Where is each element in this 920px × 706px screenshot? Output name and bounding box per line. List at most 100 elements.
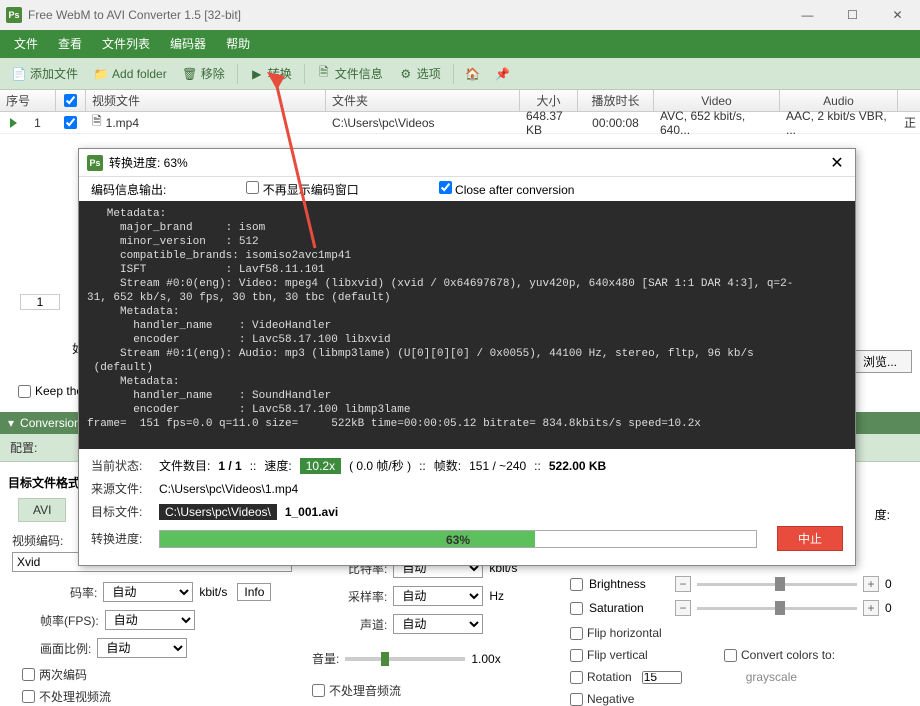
row-size: 648.37 KB xyxy=(520,112,578,133)
convert-colors-checkbox[interactable] xyxy=(724,649,737,662)
remove-button[interactable]: 🗑移除 xyxy=(177,61,231,86)
row-audio: AAC, 2 kbit/s VBR, ... xyxy=(780,112,898,133)
target-file-label: 目标文件: xyxy=(91,503,151,520)
rotation-checkbox[interactable] xyxy=(570,671,583,684)
samplerate-label: 采样率: xyxy=(348,588,387,605)
collapse-icon: ▾ xyxy=(8,416,14,430)
saturation-slider[interactable] xyxy=(697,607,857,610)
menu-bar: 文件 查看 文件列表 编码器 帮助 xyxy=(0,30,920,58)
pin-button[interactable]: 📌 xyxy=(490,63,516,85)
menu-help[interactable]: 帮助 xyxy=(216,30,260,58)
menu-encoder[interactable]: 编码器 xyxy=(160,30,216,58)
row-folder: C:\Users\pc\Videos xyxy=(326,112,520,133)
flip-h-checkbox[interactable] xyxy=(570,627,583,640)
close-button[interactable]: ✕ xyxy=(875,0,920,30)
minus-button[interactable]: − xyxy=(675,600,691,616)
col-seq[interactable]: 序号 xyxy=(0,90,56,111)
no-video-checkbox[interactable] xyxy=(22,690,35,703)
rotation-input[interactable] xyxy=(642,671,682,684)
info-button[interactable]: Info xyxy=(237,583,271,601)
deg-label: 度: xyxy=(875,506,890,523)
window-title: Free WebM to AVI Converter 1.5 [32-bit] xyxy=(28,8,241,22)
file-table-header: 序号 视频文件 文件夹 大小 播放时长 Video Audio xyxy=(0,90,920,112)
minimize-button[interactable]: — xyxy=(785,0,830,30)
config-label: 配置: xyxy=(10,439,37,456)
source-file-path: C:\Users\pc\Videos\1.mp4 xyxy=(159,482,298,496)
samplerate-select[interactable]: 自动 xyxy=(393,586,483,606)
index-cell: 1 xyxy=(20,294,60,310)
plus-button[interactable]: + xyxy=(863,576,879,592)
col-check[interactable] xyxy=(56,90,86,111)
row-duration: 00:00:08 xyxy=(578,112,654,133)
bitrate-label: 码率: xyxy=(70,584,97,601)
dialog-app-icon: Ps xyxy=(87,155,103,171)
flip-v-checkbox[interactable] xyxy=(570,649,583,662)
stop-button[interactable]: 中止 xyxy=(777,526,843,551)
minus-button[interactable]: − xyxy=(675,576,691,592)
check-all[interactable] xyxy=(64,94,77,107)
frame-count: 151 / ~240 xyxy=(469,459,526,473)
col-duration[interactable]: 播放时长 xyxy=(578,90,654,111)
row-file: 🗎1.mp4 xyxy=(86,112,326,133)
dialog-titlebar: Ps 转换进度: 63% ✕ xyxy=(79,149,855,177)
home-button[interactable]: 🏠 xyxy=(460,63,486,85)
progress-bar: 63% xyxy=(159,530,757,548)
status-label: 当前状态: xyxy=(91,457,151,474)
play-icon: ▶ xyxy=(250,67,264,81)
file-count: 1 / 1 xyxy=(218,459,241,473)
keep-checkbox-row[interactable]: Keep the xyxy=(18,384,83,398)
no-audio-checkbox[interactable] xyxy=(312,684,325,697)
table-row[interactable]: 1 🗎1.mp4 C:\Users\pc\Videos 648.37 KB 00… xyxy=(0,112,920,134)
row-check[interactable] xyxy=(64,116,77,129)
menu-file[interactable]: 文件 xyxy=(4,30,48,58)
avi-tab[interactable]: AVI xyxy=(18,498,66,522)
target-dir: C:\Users\pc\Videos\ xyxy=(159,504,277,520)
main-toolbar: 📄添加文件 📁Add folder 🗑移除 ▶转换 🗎文件信息 ⚙选项 🏠 📌 xyxy=(0,58,920,90)
no-show-checkbox-row[interactable]: 不再显示编码窗口 xyxy=(246,181,358,198)
encode-output-label: 编码信息输出: xyxy=(91,181,166,198)
pin-icon: 📌 xyxy=(496,67,510,81)
negative-checkbox[interactable] xyxy=(570,693,583,706)
aspect-select[interactable]: 自动 xyxy=(97,638,187,658)
window-titlebar: Ps Free WebM to AVI Converter 1.5 [32-bi… xyxy=(0,0,920,30)
channel-select[interactable]: 自动 xyxy=(393,614,483,634)
brightness-checkbox[interactable] xyxy=(570,578,583,591)
progress-percent: 63% xyxy=(446,531,470,549)
add-file-button[interactable]: 📄添加文件 xyxy=(6,61,84,86)
bitrate-select[interactable]: 自动 xyxy=(103,582,193,602)
row-play-icon xyxy=(10,118,17,128)
col-video-file[interactable]: 视频文件 xyxy=(86,90,326,111)
saturation-checkbox[interactable] xyxy=(570,602,583,615)
brightness-slider[interactable] xyxy=(697,583,857,586)
progress-label: 转换进度: xyxy=(91,530,151,547)
close-after-checkbox-row[interactable]: Close after conversion xyxy=(439,181,575,197)
two-pass-checkbox[interactable] xyxy=(22,668,35,681)
home-icon: 🏠 xyxy=(466,67,480,81)
options-button[interactable]: ⚙选项 xyxy=(393,61,447,86)
video-encode-label: 视频编码: xyxy=(12,532,63,549)
encode-console: Metadata: major_brand : isom minor_versi… xyxy=(79,201,855,449)
dialog-close-button[interactable]: ✕ xyxy=(827,153,847,173)
menu-view[interactable]: 查看 xyxy=(48,30,92,58)
convert-button[interactable]: ▶转换 xyxy=(244,61,298,86)
col-folder[interactable]: 文件夹 xyxy=(326,90,520,111)
row-end: 正 xyxy=(898,112,918,133)
output-size: 522.00 KB xyxy=(549,459,606,473)
speed-value: 10.2x xyxy=(300,458,341,474)
remove-icon: 🗑 xyxy=(183,67,197,81)
menu-file-list[interactable]: 文件列表 xyxy=(92,30,160,58)
dialog-title: 转换进度: 63% xyxy=(109,154,188,171)
add-folder-button[interactable]: 📁Add folder xyxy=(88,63,173,85)
add-file-icon: 📄 xyxy=(12,67,26,81)
maximize-button[interactable]: ☐ xyxy=(830,0,875,30)
browse-button[interactable]: 浏览... xyxy=(848,350,912,373)
info-icon: 🗎 xyxy=(317,67,331,81)
add-folder-icon: 📁 xyxy=(94,67,108,81)
app-icon: Ps xyxy=(6,7,22,23)
plus-button[interactable]: + xyxy=(863,600,879,616)
volume-slider[interactable] xyxy=(345,657,465,661)
fps-select[interactable]: 自动 xyxy=(105,610,195,630)
gear-icon: ⚙ xyxy=(399,67,413,81)
target-filename: 1_001.avi xyxy=(285,505,338,519)
file-info-button[interactable]: 🗎文件信息 xyxy=(311,61,389,86)
